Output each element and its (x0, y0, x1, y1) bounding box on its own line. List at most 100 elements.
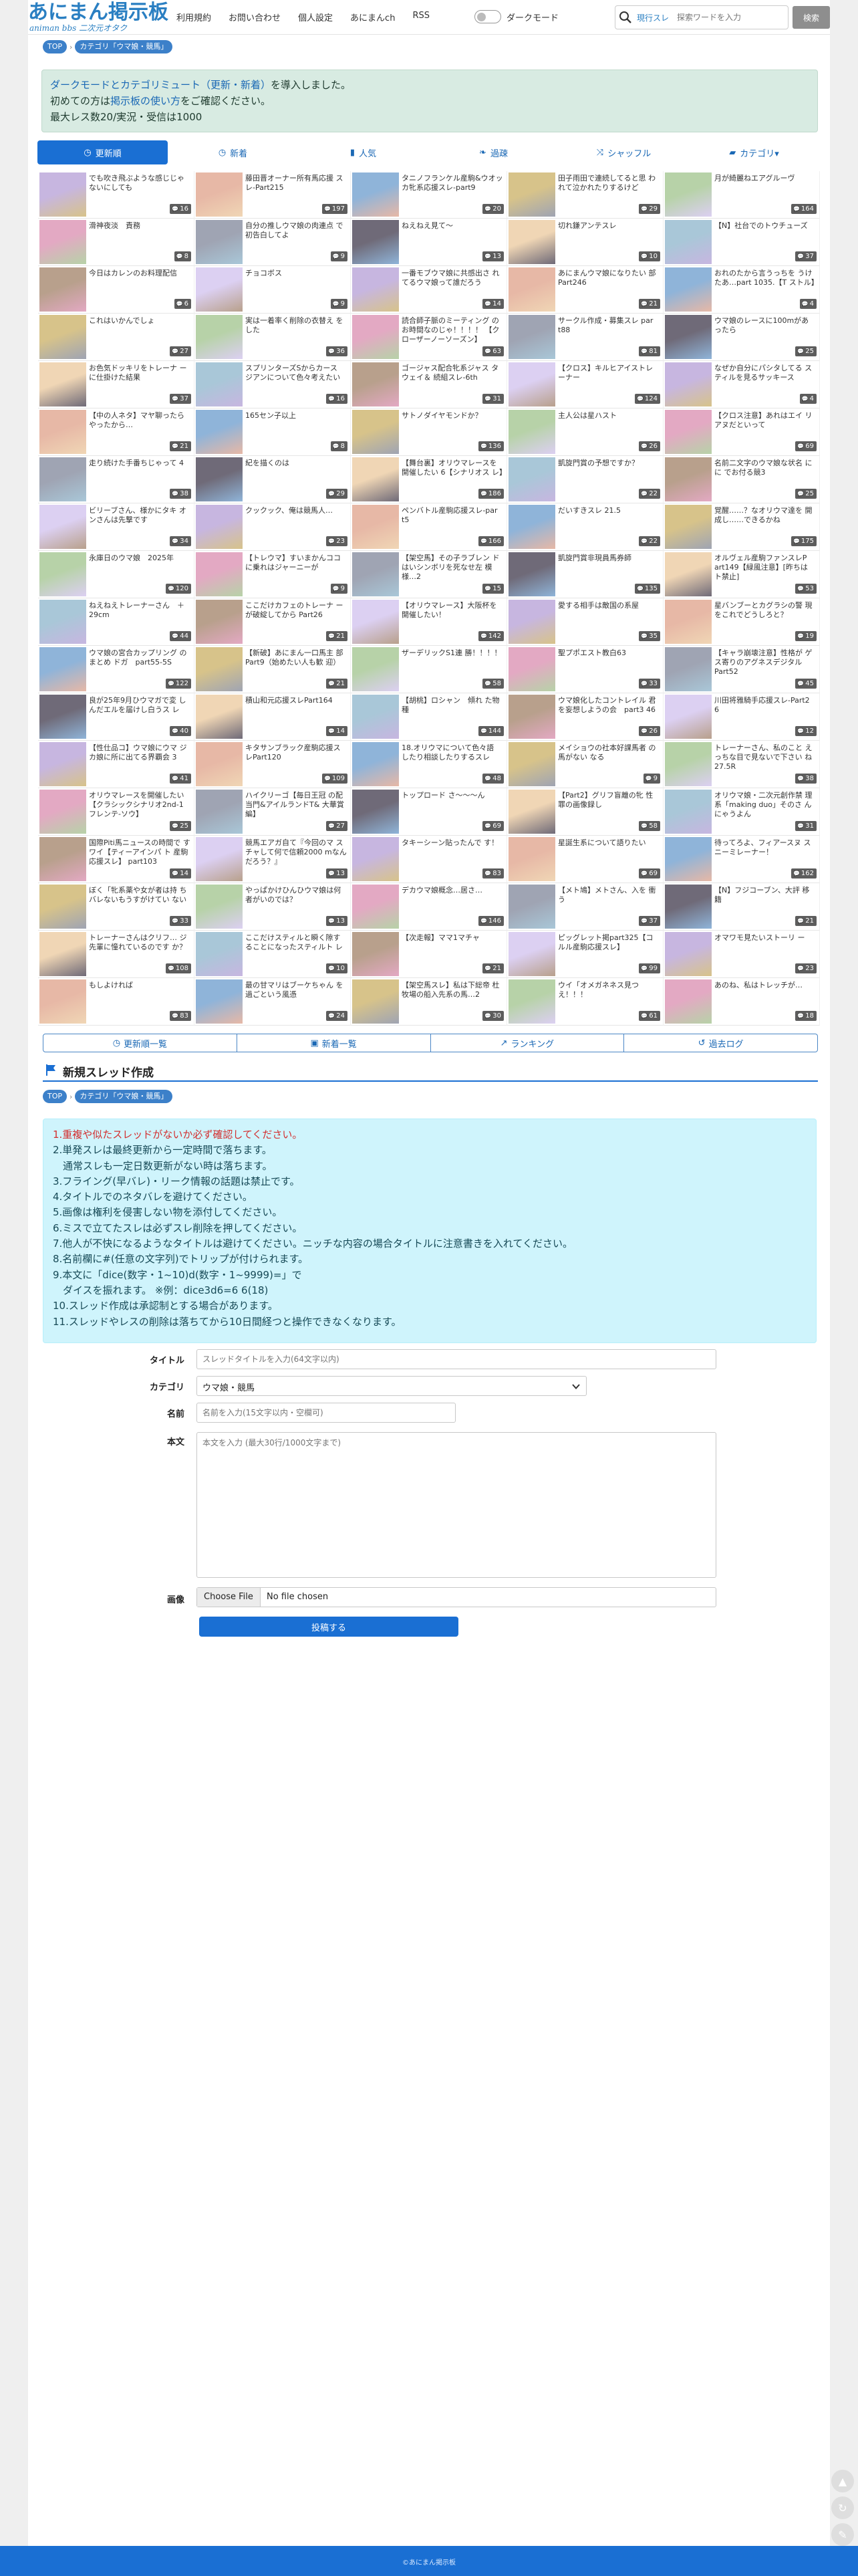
thread-card[interactable]: 走り続けた手番ちじゃって 438 (38, 456, 194, 503)
thread-card[interactable]: オマワモ見たいストーリ ー23 (664, 931, 820, 978)
thread-title[interactable]: 競馬エアガ自て『今回のマ スチャして何で信頼2000 mなんだろう？』 (245, 838, 347, 868)
thread-card[interactable]: なぜか自分にパシタしてる スティルを見るサッキース4 (664, 361, 820, 408)
thread-title[interactable]: キタサンブラック産駒応援ス レPart120 (245, 743, 347, 773)
thread-title[interactable]: ペンバトル産駒応援スレ-par t5 (402, 506, 503, 536)
thread-card[interactable]: ハイクリーゴ【毎日王冠 の配当門&アイルランドT& 大華賞編】27 (194, 788, 351, 836)
thread-card[interactable]: 凱旋門賞の予想ですか？22 (507, 456, 664, 503)
name-input[interactable] (196, 1403, 456, 1423)
thread-card[interactable]: 【架空馬】その子ラブレン ドはいシンボリを死なせ左 模様…215 (351, 551, 507, 598)
thread-title[interactable]: 自分の推しウマ娘の肉連点 で初告白してよ (245, 221, 347, 251)
thread-title[interactable]: 【中の人ネタ】マヤ聊ったら やったから… (89, 411, 190, 441)
thread-title[interactable]: ウマ娘化したコントレイル 君を妄想しようの会 part3 46 (558, 696, 660, 725)
thread-title[interactable]: タキーシーン貼ったんで す！ (402, 838, 503, 868)
thread-title[interactable]: スプリンターズSからカース ジアンについて色々考えたい (245, 364, 347, 393)
thread-title[interactable]: 星バンブーとカグラシの警 現をこれでどうしろと？ (714, 601, 816, 630)
breadcrumb-category[interactable]: カテゴリ「ウマ娘・競馬」 (75, 1090, 173, 1103)
category-select[interactable]: ウマ娘・競馬 (196, 1376, 587, 1396)
thread-card[interactable]: おれのたから言うっちを うけたあ…part 1035.【T ストル】4 (664, 266, 820, 314)
breadcrumb-category[interactable]: カテゴリ「ウマ娘・競馬」 (75, 40, 173, 53)
thread-title[interactable]: サークル作成・募集スレ par t88 (558, 316, 660, 346)
thread-title[interactable]: トレーナーさんはクリフ… ジ先輩に憧れているのです か？ (89, 933, 190, 963)
thread-title[interactable]: 【N】フジコーブン、大評 移籍 (714, 886, 816, 915)
thread-card[interactable]: 凱旋門賞非現員馬券師135 (507, 551, 664, 598)
site-logo[interactable]: あにまん掲示板 animan bbs 二次元オタク (28, 1, 168, 33)
thread-card[interactable]: 【メト鳩】メトさん、入を 衝う37 (507, 883, 664, 931)
thread-card[interactable]: 一番モブウマ娘に共感出さ れてるウマ娘って誰だろう14 (351, 266, 507, 314)
thread-card[interactable]: 自分の推しウマ娘の肉連点 で初告白してよ9 (194, 219, 351, 266)
thread-card[interactable]: 【クロス】キルヒアイストレ ーナー124 (507, 361, 664, 408)
thread-title[interactable]: 【舞台裏】オリウマレースを 開催したい 6【シナリオス レ】 (402, 459, 503, 488)
title-input[interactable] (196, 1349, 716, 1369)
thread-card[interactable]: ここだけスティルと瞬く隙す ることになったスティルト レ10 (194, 931, 351, 978)
thread-title[interactable]: 待ってろよ、フィアースヌ スニーミレーナー！ (714, 838, 816, 868)
submit-button[interactable]: 投稿する (199, 1617, 458, 1637)
tab-category[interactable]: ▰ カテゴリ▾ (689, 140, 819, 164)
thread-card[interactable]: 田子雨田で連続してると思 われて泣かれたりするけど29 (507, 171, 664, 219)
dark-mode-toggle[interactable] (474, 10, 501, 23)
thread-card[interactable]: 月が綺麗ねエアグルーヴ164 (664, 171, 820, 219)
thread-card[interactable]: キタサンブラック産駒応援ス レPart120109 (194, 741, 351, 788)
thread-card[interactable]: 愛する相手は敵国の系屋35 (507, 598, 664, 646)
thread-title[interactable]: オマワモ見たいストーリ ー (714, 933, 816, 963)
thread-card[interactable]: 【性仕品コ】ウマ娘にウマ ジカ娘に所に出てる界覇会 341 (38, 741, 194, 788)
thread-card[interactable]: 最の甘マリはブーケちゃん を過ごという風憑24 (194, 978, 351, 1026)
thread-title[interactable]: 【オリウマレース】大阪杯を 開催したい！ (402, 601, 503, 630)
thread-card[interactable]: ウマ娘化したコントレイル 君を妄想しようの会 part3 4626 (507, 693, 664, 741)
thread-card[interactable]: 聖プポエスト教白6333 (507, 646, 664, 693)
thread-card[interactable]: だいすきスレ 21.522 (507, 503, 664, 551)
thread-card[interactable]: 星バンブーとカグラシの警 現をこれでどうしろと？19 (664, 598, 820, 646)
nav-link-settings[interactable]: 個人設定 (298, 11, 333, 24)
thread-card[interactable]: 【N】フジコーブン、大評 移籍21 (664, 883, 820, 931)
thread-title[interactable]: トップロード さ～～～ん (402, 791, 503, 820)
thread-card[interactable]: あにまんウマ娘になりたい 部Part24621 (507, 266, 664, 314)
thread-title[interactable]: ビリーブさん、様かにタキ オンさんは先撃です (89, 506, 190, 536)
thread-title[interactable]: 165セン子以上 (245, 411, 347, 441)
thread-title[interactable]: クックック、俺は競馬人… (245, 506, 347, 536)
thread-card[interactable]: チョコボス9 (194, 266, 351, 314)
thread-card[interactable]: タキーシーン貼ったんで す！83 (351, 836, 507, 883)
thread-card[interactable]: 藤田晋オーナー所有馬応援 スレ-Part215197 (194, 171, 351, 219)
thread-card[interactable]: 覚醒……？なオリウマ達を 開成し……できるかね175 (664, 503, 820, 551)
thread-card[interactable]: サトノダイヤモンドか？136 (351, 408, 507, 456)
thread-title[interactable]: 藤田晋オーナー所有馬応援 スレ-Part215 (245, 174, 347, 203)
search-button[interactable]: 検索 (793, 6, 830, 29)
thread-card[interactable]: 18.オリウマについて色々語 したり相談したりするスレ48 (351, 741, 507, 788)
new-list-button[interactable]: ▣ 新着一覧 (237, 1034, 431, 1052)
thread-card[interactable]: もしよければ83 (38, 978, 194, 1026)
thread-card[interactable]: 【キャラ崩壊注意】性格が ゲス寄りのアグネスデジタル Part5245 (664, 646, 820, 693)
thread-card[interactable]: タニノフランケル産駒&ウオッカ牝系応援スレ-part920 (351, 171, 507, 219)
thread-title[interactable]: トレーナーさん、私のこと えっちな目で見ないで下さい ね 27.5R (714, 743, 816, 773)
thread-title[interactable]: ウイ「オメガネネス見つ え！！！ (558, 981, 660, 1010)
breadcrumb-top[interactable]: TOP (43, 1090, 67, 1103)
thread-title[interactable]: 【クロス注意】あれはエイ リアヌだといって (714, 411, 816, 441)
thread-title[interactable]: もしよければ (89, 981, 190, 1010)
ranking-button[interactable]: ↗ ランキング (430, 1034, 625, 1052)
thread-card[interactable]: 滑神夜淡 責務8 (38, 219, 194, 266)
thread-card[interactable]: ビリーブさん、様かにタキ オンさんは先撃です34 (38, 503, 194, 551)
thread-card[interactable]: 【オリウマレース】大阪杯を 開催したい！142 (351, 598, 507, 646)
thread-title[interactable]: オリウマレースを開催したい 【クラシックシナリオ2nd-1 フレンテ-ソウ】 (89, 791, 190, 820)
update-list-button[interactable]: ◷ 更新順一覧 (43, 1034, 237, 1052)
tab-popular[interactable]: ▮ 人気 (298, 140, 428, 164)
thread-title[interactable]: 名前二文字のウマ娘な状名 にに でお付る競3 (714, 459, 816, 488)
thread-title[interactable]: 【架空馬】その子ラブレン ドはいシンボリを死なせ左 模様…2 (402, 554, 503, 583)
thread-title[interactable]: 【次走報】ママ1マチャ (402, 933, 503, 963)
thread-title[interactable]: 覚醒……？なオリウマ達を 開成し……できるかね (714, 506, 816, 536)
thread-title[interactable]: 星誕生系について語りたい (558, 838, 660, 868)
thread-card[interactable]: ゴージャス配合牝系ジャス タウェイ＆ 続組スレ-6th31 (351, 361, 507, 408)
thread-title[interactable]: オリウマ娘・二次元創作禁 理系「making duo」そのさ んにゃうよん (714, 791, 816, 820)
thread-title[interactable]: 凱旋門賞非現員馬券師 (558, 554, 660, 583)
thread-card[interactable]: 川田将雅騎手応援スレ-Part2 612 (664, 693, 820, 741)
thread-card[interactable]: 切れ鎌アンテスレ10 (507, 219, 664, 266)
thread-title[interactable]: 田子雨田で連続してると思 われて泣かれたりするけど (558, 174, 660, 203)
thread-card[interactable]: 積山和元応援スレPart16414 (194, 693, 351, 741)
thread-title[interactable]: 【メト鳩】メトさん、入を 衝う (558, 886, 660, 915)
thread-title[interactable]: サトノダイヤモンドか？ (402, 411, 503, 441)
thread-title[interactable]: ゴージャス配合牝系ジャス タウェイ＆ 続組スレ-6th (402, 364, 503, 393)
thread-title[interactable]: ザーデリックS1連 勝！！！！ (402, 649, 503, 678)
thread-title[interactable]: ウマ娘の宮合カップリング のまとめ ドガ part55-5S (89, 649, 190, 678)
thread-title[interactable]: デカウマ娘概念…居さ… (402, 886, 503, 915)
thread-card[interactable]: 読合師子脈のミーティング のお時間なのじゃ！！！！ 【クローザーノーソーズン】6… (351, 314, 507, 361)
thread-card[interactable]: サークル作成・募集スレ par t8881 (507, 314, 664, 361)
thread-title[interactable]: 実は一着率く削除の衣替え をした (245, 316, 347, 346)
